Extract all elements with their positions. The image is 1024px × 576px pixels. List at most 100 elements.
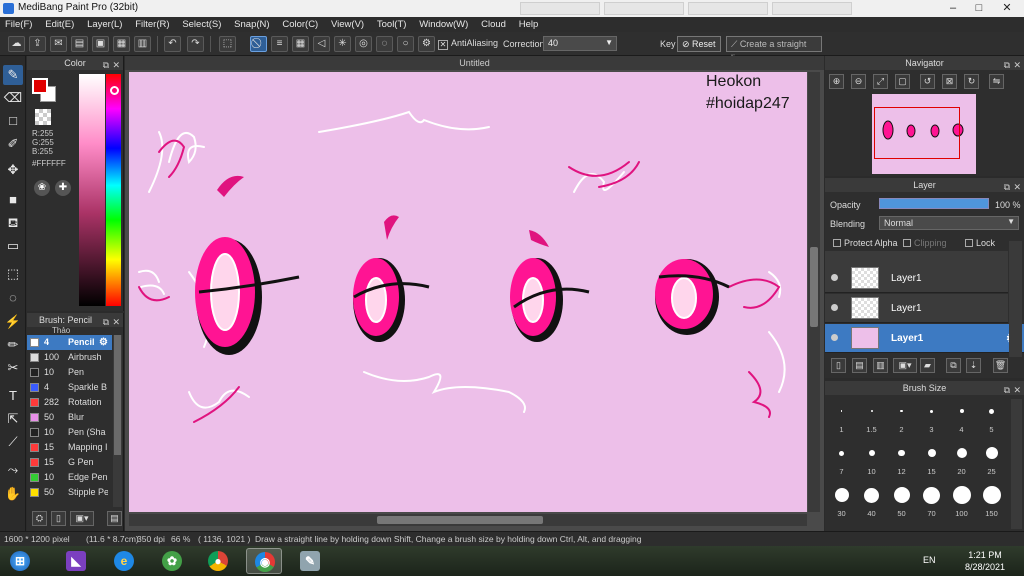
menu-select[interactable]: Select(S): [177, 17, 226, 30]
start-button[interactable]: ⊞: [2, 548, 38, 574]
horizontal-scrollbar[interactable]: [129, 514, 807, 526]
brush-size-option[interactable]: 150: [979, 483, 1004, 521]
flip-horizontal-icon[interactable]: ⇋: [989, 74, 1004, 89]
lasso-tool-icon[interactable]: ◌: [3, 288, 23, 308]
brush-size-option[interactable]: 1: [829, 399, 854, 437]
concentric-snap-icon[interactable]: ◎: [355, 36, 372, 52]
undo-icon[interactable]: ↶: [164, 36, 181, 52]
brush-list-scrollbar[interactable]: [113, 335, 122, 507]
shape-tool-icon[interactable]: □: [3, 111, 23, 131]
taskbar-app[interactable]: e: [106, 548, 142, 574]
menu-cloud[interactable]: Cloud: [476, 17, 511, 30]
brush-menu-icon[interactable]: ▣▾: [70, 511, 94, 526]
foreground-color-swatch[interactable]: [32, 78, 48, 94]
brush-size-option[interactable]: 70: [919, 483, 944, 521]
grid-snap-icon[interactable]: ▦: [292, 36, 309, 52]
taskbar-app[interactable]: ●: [200, 548, 236, 574]
scrollbar-thumb[interactable]: [810, 247, 818, 327]
popout-icon[interactable]: ⧉: [1004, 58, 1010, 72]
brush-list-item[interactable]: 15 G Pen: [27, 455, 112, 470]
select-all-icon[interactable]: ⬚: [219, 36, 236, 52]
brush-list-item[interactable]: 50 Stipple Pe: [27, 485, 112, 500]
menu-snap[interactable]: Snap(N): [229, 17, 274, 30]
brush-size-option[interactable]: 20: [949, 441, 974, 479]
rotate-left-icon[interactable]: ↺: [920, 74, 935, 89]
blending-select[interactable]: Normal ▼: [879, 216, 1019, 230]
rotate-right-icon[interactable]: ↻: [964, 74, 979, 89]
brush-size-option[interactable]: 15: [919, 441, 944, 479]
brush-page-icon[interactable]: ▯: [51, 511, 66, 526]
brush-settings-icon[interactable]: ▤: [107, 511, 122, 526]
radial-snap-icon[interactable]: ✳: [334, 36, 351, 52]
clipping-checkbox[interactable]: Clipping: [903, 238, 947, 248]
brush-size-option[interactable]: 5: [979, 399, 1004, 437]
brush-size-option[interactable]: 12: [889, 441, 914, 479]
upload-icon[interactable]: ⇪: [29, 36, 46, 52]
menu-file[interactable]: File(F): [0, 17, 37, 30]
add-color-icon[interactable]: ✚: [55, 180, 71, 196]
comic-icon[interactable]: ▥: [134, 36, 151, 52]
new-layer-icon[interactable]: ▯: [831, 358, 846, 373]
snap-settings-icon[interactable]: ⚙: [418, 36, 435, 52]
brush-list-item[interactable]: 4 Sparkle B: [27, 380, 112, 395]
navigator-viewport[interactable]: [874, 107, 960, 159]
eyedropper-tool-icon[interactable]: ⤳: [3, 460, 23, 480]
menu-tool[interactable]: Tool(T): [372, 17, 412, 30]
minimize-button[interactable]: –: [940, 0, 966, 17]
straight-line-button[interactable]: ⟋ Create a straight line: [726, 36, 822, 63]
vertical-scrollbar[interactable]: [808, 72, 820, 512]
background-tab[interactable]: [772, 2, 852, 15]
transparent-color-swatch[interactable]: [35, 109, 51, 125]
fill-rect-tool-icon[interactable]: ■: [3, 190, 23, 210]
divide-tool-icon[interactable]: ⟋: [3, 432, 23, 452]
select-tool-icon[interactable]: ⬚: [3, 264, 23, 284]
saturation-value-picker[interactable]: [79, 74, 105, 306]
layer-row[interactable]: Layer1: [825, 294, 1008, 323]
brush-size-option[interactable]: 25: [979, 441, 1004, 479]
menu-color[interactable]: Color(C): [277, 17, 323, 30]
brush-list-item[interactable]: 10 Edge Pen: [27, 470, 112, 485]
brush-list-item[interactable]: 282 Rotation: [27, 395, 112, 410]
brush-size-option[interactable]: 30: [829, 483, 854, 521]
brush-tool-icon[interactable]: ✎: [3, 65, 23, 85]
brush-list-item[interactable]: 10 Pen: [27, 365, 112, 380]
maximize-button[interactable]: □: [966, 0, 992, 17]
save-icon[interactable]: ▣: [92, 36, 109, 52]
menu-filter[interactable]: Filter(R): [130, 17, 174, 30]
hue-slider[interactable]: [106, 74, 121, 306]
select-eraser-tool-icon[interactable]: ✂: [3, 358, 23, 378]
background-tab[interactable]: [688, 2, 768, 15]
brush-list-item[interactable]: 100 Airbrush: [27, 350, 112, 365]
operation-tool-icon[interactable]: ⇱: [3, 409, 23, 429]
ellipse-snap-icon[interactable]: ◌: [376, 36, 393, 52]
magic-wand-tool-icon[interactable]: ⚡: [3, 312, 23, 332]
document-tab[interactable]: Untitled: [125, 56, 824, 70]
fit-window-icon[interactable]: ⤢: [873, 74, 888, 89]
chat-icon[interactable]: ✉: [50, 36, 67, 52]
brush-size-scrollbar[interactable]: [1011, 399, 1022, 529]
brush-size-option[interactable]: 1.5: [859, 399, 884, 437]
redo-icon[interactable]: ↷: [187, 36, 204, 52]
add-brush-icon[interactable]: ⛭: [32, 511, 47, 526]
menu-layer[interactable]: Layer(L): [82, 17, 127, 30]
menu-window[interactable]: Window(W): [414, 17, 473, 30]
close-icon[interactable]: ✕: [112, 315, 120, 329]
move-tool-icon[interactable]: ✥: [3, 160, 23, 180]
brush-list-item[interactable]: 15 Mapping I: [27, 440, 112, 455]
taskbar-app-active[interactable]: ◉: [246, 548, 282, 574]
merge-down-icon[interactable]: ⇣: [966, 358, 981, 373]
background-tab[interactable]: [604, 2, 684, 15]
reset-button[interactable]: ⊘ Reset: [677, 36, 721, 52]
popout-icon[interactable]: ⧉: [1004, 383, 1010, 397]
language-indicator[interactable]: EN: [923, 555, 936, 565]
materials-icon[interactable]: ▦: [113, 36, 130, 52]
visibility-icon[interactable]: [831, 334, 838, 341]
taskbar-app[interactable]: ✎: [292, 548, 328, 574]
correction-select[interactable]: 40 ▼: [543, 36, 617, 51]
layer-row-selected[interactable]: Layer1 ⚙: [825, 324, 1024, 353]
brush-list-item[interactable]: 4 Pencil ⚙: [27, 335, 112, 350]
select-pen-tool-icon[interactable]: ✏: [3, 335, 23, 355]
close-icon[interactable]: ✕: [1013, 58, 1021, 72]
close-icon[interactable]: ✕: [112, 58, 120, 72]
close-icon[interactable]: ✕: [1013, 383, 1021, 397]
